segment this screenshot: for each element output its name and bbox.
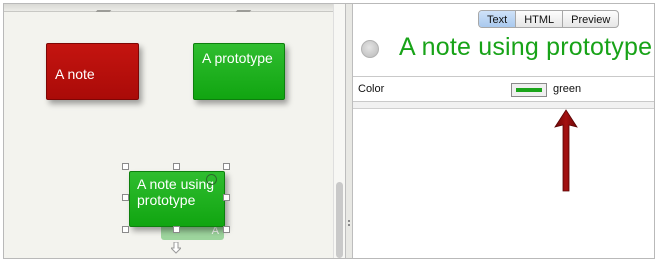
vertical-scrollbar[interactable] — [333, 4, 345, 258]
resize-handle[interactable] — [223, 226, 230, 233]
tab-html[interactable]: HTML — [515, 11, 562, 27]
view-mode-tabs: Text HTML Preview — [478, 10, 620, 28]
note-label: A note — [55, 66, 95, 82]
color-swatch[interactable] — [511, 83, 547, 97]
splitter-grip — [348, 220, 350, 222]
annotation-arrow-icon — [554, 109, 578, 192]
note-title[interactable]: A note using prototype — [399, 33, 652, 62]
note-a-prototype[interactable]: A prototype — [193, 43, 285, 100]
note-label: A prototype — [202, 50, 273, 66]
note-inspector: Text HTML Preview A note using prototype… — [353, 4, 654, 258]
note-a-note[interactable]: A note — [46, 43, 139, 100]
down-arrow-icon[interactable] — [171, 242, 181, 254]
tab-text[interactable]: Text — [479, 11, 516, 27]
resize-handle[interactable] — [122, 163, 129, 170]
resize-handle[interactable] — [122, 194, 129, 201]
attribute-name-color: Color — [358, 83, 385, 95]
app-window: A note A prototype A A note using protot… — [3, 3, 655, 259]
pane-splitter[interactable] — [345, 4, 353, 258]
canvas-top-bar — [4, 4, 345, 12]
resize-handle[interactable] — [173, 226, 180, 233]
attributes-divider[interactable] — [353, 102, 654, 109]
tab-edge-left — [95, 4, 117, 12]
scrollbar-thumb[interactable] — [336, 182, 343, 258]
gear-icon[interactable] — [206, 174, 217, 185]
splitter-grip — [348, 224, 350, 226]
resize-handle[interactable] — [223, 163, 230, 170]
map-canvas[interactable]: A note A prototype A A note using protot… — [4, 4, 345, 258]
badge-circle-icon[interactable] — [361, 40, 379, 58]
note-label: A note using prototype — [137, 176, 215, 208]
attribute-value-color[interactable]: green — [553, 83, 581, 95]
key-attributes-table: Color green — [353, 76, 654, 102]
resize-handle[interactable] — [173, 163, 180, 170]
color-swatch-fill — [516, 88, 542, 92]
tab-preview[interactable]: Preview — [562, 11, 618, 27]
resize-handle[interactable] — [122, 226, 129, 233]
resize-handle[interactable] — [223, 194, 230, 201]
tab-edge-right — [235, 4, 257, 12]
